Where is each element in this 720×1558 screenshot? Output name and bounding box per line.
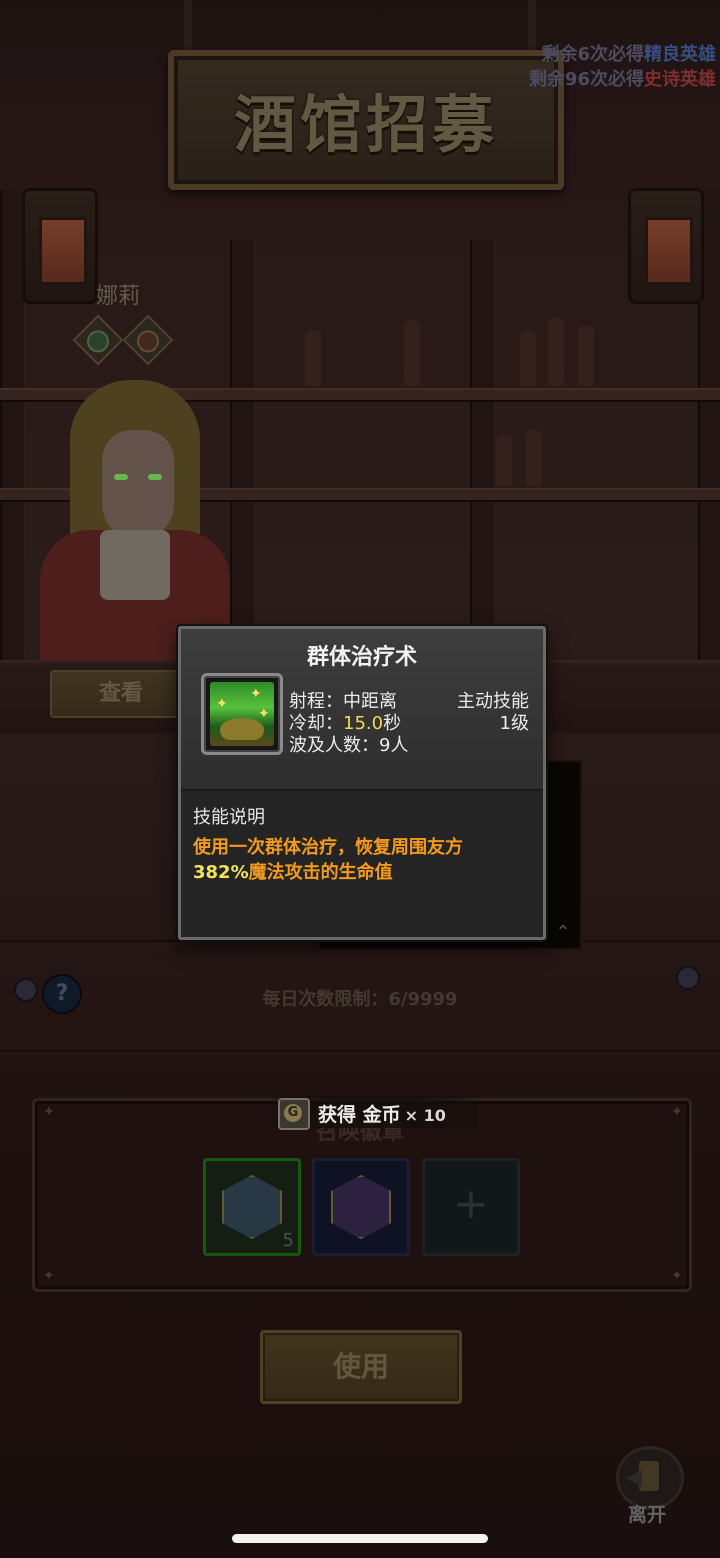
group-heal-skill-icon: ✦ ✦ ✦ xyxy=(210,682,274,746)
skill-description: 使用一次群体治疗，恢复周围友方 382%魔法攻击的生命值 xyxy=(193,837,463,883)
skill-level: 1级 xyxy=(499,713,529,734)
skill-tooltip-header: 群体治疗术 ✦ ✦ ✦ 射程：中距离 主动技能 冷却：15.0秒 1级 波及人数… xyxy=(181,629,543,791)
skill-tooltip: 群体治疗术 ✦ ✦ ✦ 射程：中距离 主动技能 冷却：15.0秒 1级 波及人数… xyxy=(178,626,546,940)
gold-coin-icon: G xyxy=(278,1098,310,1130)
skill-icon-frame: ✦ ✦ ✦ xyxy=(201,673,283,755)
home-indicator[interactable] xyxy=(232,1534,488,1543)
skill-targets: 波及人数：9人 xyxy=(289,735,409,756)
skill-description-heading: 技能说明 xyxy=(193,807,265,828)
skill-name: 群体治疗术 xyxy=(306,645,417,670)
reward-toast-text: 获得 金币 × 10 xyxy=(318,1104,446,1126)
